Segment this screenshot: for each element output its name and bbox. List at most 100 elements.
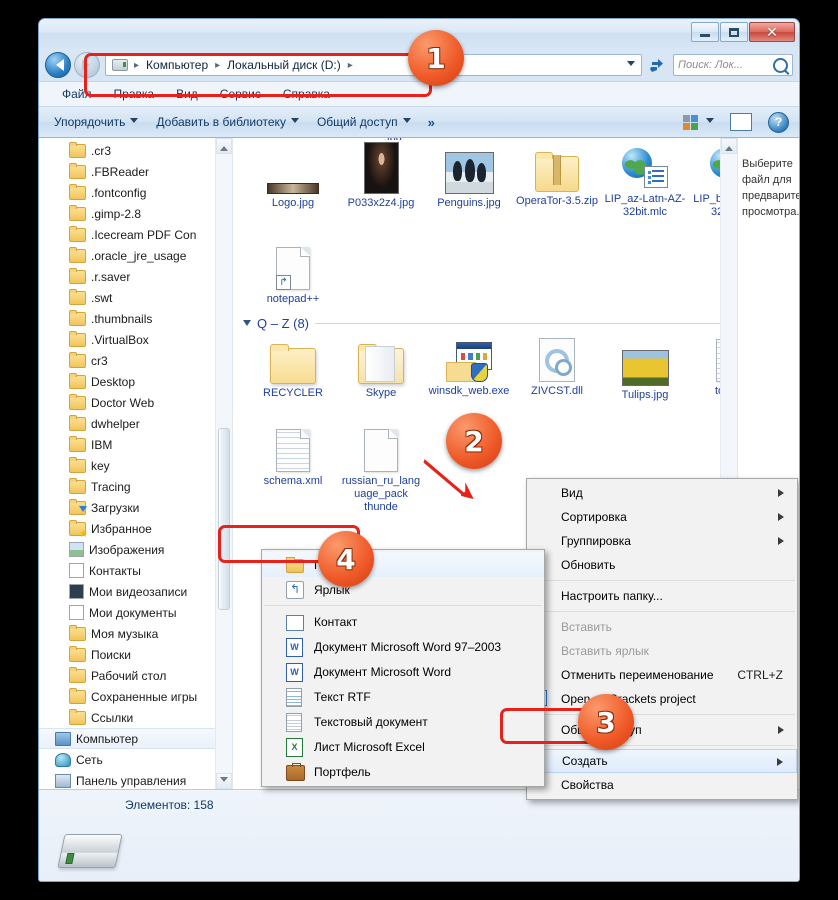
sidebar-item-18[interactable]: Избранное xyxy=(39,518,215,540)
context-menu-item-1[interactable]: Сортировка xyxy=(527,505,797,529)
file-item-zivcst-dll[interactable]: ZIVCST.dll xyxy=(513,334,601,398)
group-header-q-z[interactable]: Q – Z (8) xyxy=(243,316,720,331)
sidebar-item-13[interactable]: dwhelper xyxy=(39,413,215,434)
menu-edit[interactable]: Правка xyxy=(103,84,166,104)
context-menu-item-7: Вставить xyxy=(527,615,797,639)
context-menu-item-3[interactable]: Обновить xyxy=(527,553,797,577)
sidebar-item-9[interactable]: .VirtualBox xyxy=(39,329,215,350)
sidebar-item-11[interactable]: Desktop xyxy=(39,371,215,392)
breadcrumb-local-disk-d[interactable]: Локальный диск (D:) xyxy=(224,57,344,73)
submenu-item-4[interactable]: W Документ Microsoft Word 97–2003 xyxy=(262,634,544,659)
submenu-item-1[interactable]: ↰ Ярлык xyxy=(262,577,544,602)
sidebar-item-8[interactable]: .thumbnails xyxy=(39,308,215,329)
nav-pane-scrollbar[interactable] xyxy=(215,138,232,789)
sidebar-item-7[interactable]: .swt xyxy=(39,287,215,308)
file-item-recycler[interactable]: RECYCLER xyxy=(249,336,337,400)
context-menu-item-12[interactable]: Общий доступ xyxy=(527,718,797,742)
preview-pane-icon[interactable] xyxy=(730,113,752,131)
forward-button[interactable] xyxy=(74,52,100,78)
file-item-skype[interactable]: Skype xyxy=(337,336,425,400)
submenu-item-9[interactable]: Портфель xyxy=(262,759,544,784)
sidebar-item-19[interactable]: Изображения xyxy=(39,539,215,560)
views-chevron-down-icon[interactable] xyxy=(706,117,714,127)
file-item-lip-az-latn-mlc[interactable]: LIP_az-Latn-AZ-32bit.mlc xyxy=(601,140,689,219)
sidebar-item-12[interactable]: Doctor Web xyxy=(39,392,215,413)
back-button[interactable] xyxy=(45,52,71,78)
submenu-item-0[interactable]: Папку xyxy=(262,552,544,577)
submenu-item-3[interactable]: Контакт xyxy=(262,609,544,634)
sidebar-item-17[interactable]: Загрузки xyxy=(39,497,215,518)
menu-help[interactable]: Справка xyxy=(272,84,341,104)
menu-file[interactable]: Файл xyxy=(51,84,103,104)
scroll-up-button[interactable] xyxy=(721,138,737,154)
context-menu-item-0[interactable]: Вид xyxy=(527,481,797,505)
sidebar-item-10[interactable]: cr3 xyxy=(39,350,215,371)
sidebar-item-22[interactable]: Мои документы xyxy=(39,602,215,623)
sidebar-root-0[interactable]: Компьютер xyxy=(39,728,215,749)
sidebar-item-15[interactable]: key xyxy=(39,455,215,476)
views-icon[interactable] xyxy=(683,114,698,130)
address-dropdown-button[interactable] xyxy=(623,60,639,70)
breadcrumb-bar[interactable]: ▸ Компьютер ▸ Локальный диск (D:) ▸ xyxy=(105,54,642,76)
submenu-item-7[interactable]: Текстовый документ xyxy=(262,709,544,734)
sidebar-item-26[interactable]: Сохраненные игры xyxy=(39,686,215,707)
sidebar-item-3[interactable]: .gimp-2.8 xyxy=(39,203,215,224)
file-item-winsdk-web-exe[interactable]: winsdk_web.exe xyxy=(425,334,513,398)
create-submenu[interactable]: Папку↰Ярлык Контакт W Документ Microsoft Wo… xyxy=(261,549,545,787)
context-menu-item-2[interactable]: Группировка xyxy=(527,529,797,553)
submenu-item-6[interactable]: Текст RTF xyxy=(262,684,544,709)
context-menu-item-14[interactable]: Создать xyxy=(527,749,797,773)
sidebar-item-6[interactable]: .r.saver xyxy=(39,266,215,287)
file-item-p033x2z4-jpg[interactable]: P033x2z4.jpg xyxy=(337,138,425,210)
sidebar-item-20[interactable]: Контакты xyxy=(39,560,215,581)
scroll-down-button[interactable] xyxy=(216,773,232,789)
sidebar-item-1[interactable]: .FBReader xyxy=(39,161,215,182)
sidebar-item-25[interactable]: Рабочий стол xyxy=(39,665,215,686)
maximize-button[interactable] xyxy=(720,22,748,42)
context-menu-item-5[interactable]: Настроить папку... xyxy=(527,584,797,608)
add-to-library-button[interactable]: Добавить в библиотеку xyxy=(147,111,308,133)
sidebar-item-16[interactable]: Tracing xyxy=(39,476,215,497)
context-menu-item-10[interactable]: []Open as Brackets project xyxy=(527,687,797,711)
minimize-button[interactable] xyxy=(691,22,719,42)
submenu-item-8[interactable]: X Лист Microsoft Excel xyxy=(262,734,544,759)
file-item-logo-jpg[interactable]: Logo.jpg xyxy=(249,146,337,210)
organize-button[interactable]: Упорядочить xyxy=(45,111,147,133)
folder-icon xyxy=(69,288,86,305)
sidebar-item-5[interactable]: .oracle_jre_usage xyxy=(39,245,215,266)
sidebar-item-21[interactable]: Мои видеозаписи xyxy=(39,581,215,602)
sidebar-item-14[interactable]: IBM xyxy=(39,434,215,455)
file-item-russian-language-pack[interactable]: russian_ru_language_pack thunde xyxy=(337,424,425,514)
sidebar-item-27[interactable]: Ссылки xyxy=(39,707,215,728)
sidebar-root-2[interactable]: Панель управления xyxy=(39,770,215,789)
file-item-notepadpp[interactable]: ↱ notepad++ xyxy=(249,242,337,306)
submenu-item-5[interactable]: W Документ Microsoft Word xyxy=(262,659,544,684)
sidebar-item-0[interactable]: .cr3 xyxy=(39,140,215,161)
close-button[interactable]: ✕ xyxy=(749,22,795,42)
sidebar-root-1[interactable]: Сеть xyxy=(39,749,215,770)
help-icon[interactable]: ? xyxy=(768,111,789,133)
sidebar-item-24[interactable]: Поиски xyxy=(39,644,215,665)
context-menu[interactable]: Вид Сортировка Группировка Обновить Настроит… xyxy=(526,478,798,800)
menu-view[interactable]: Вид xyxy=(165,84,209,104)
scrollbar-thumb[interactable] xyxy=(218,428,230,610)
toolbar-overflow-button[interactable]: » xyxy=(420,115,443,130)
sidebar-item-2[interactable]: .fontconfig xyxy=(39,182,215,203)
share-button[interactable]: Общий доступ xyxy=(308,111,420,133)
scroll-up-button[interactable] xyxy=(216,138,232,154)
file-item-lip-bs-cyrl-mlc[interactable]: LIP_bs-Cyrl-BA-32bit.mlc xyxy=(689,140,720,219)
file-item-penguins-jpg[interactable]: Penguins.jpg xyxy=(425,146,513,210)
context-menu-item-9[interactable]: Отменить переименование CTRL+Z xyxy=(527,663,797,687)
refresh-button[interactable] xyxy=(644,53,670,77)
search-input[interactable]: Поиск: Лок... xyxy=(673,54,793,76)
context-menu-item-15[interactable]: Свойства xyxy=(527,773,797,797)
file-item-schema-xml[interactable]: schema.xml xyxy=(249,424,337,488)
sidebar-item-23[interactable]: Моя музыка xyxy=(39,623,215,644)
breadcrumb-computer[interactable]: Компьютер xyxy=(143,57,211,73)
group-collapse-icon[interactable] xyxy=(243,320,251,330)
menu-tools[interactable]: Сервис xyxy=(209,84,272,104)
file-item-operator-zip[interactable]: OperaTor-3.5.zip xyxy=(513,144,601,208)
sidebar-item-4[interactable]: .Icecream PDF Con xyxy=(39,224,215,245)
file-item-tulips-jpg[interactable]: Tulips.jpg xyxy=(601,338,689,402)
file-item-todo-txt[interactable]: todo.txt xyxy=(689,334,720,398)
